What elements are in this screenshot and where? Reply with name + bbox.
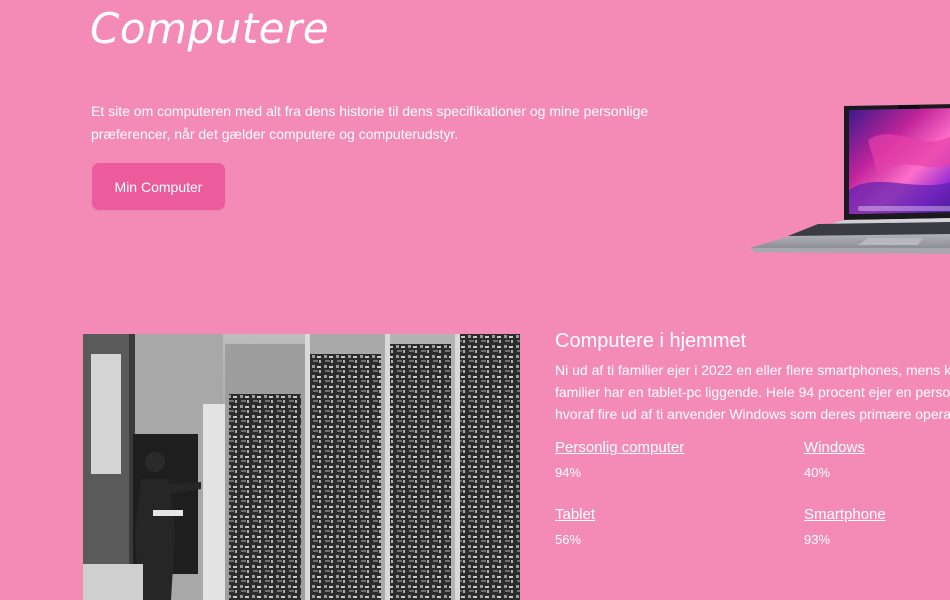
stat-value-smartphone: 93% xyxy=(804,532,831,547)
page: Computere Et site om computeren med alt … xyxy=(0,0,950,600)
server-room-photo xyxy=(83,334,520,600)
stat-value-personlig-computer: 94% xyxy=(555,465,582,480)
stat-label-windows[interactable]: Windows xyxy=(804,439,865,456)
hero-description: Et site om computeren med alt fra dens h… xyxy=(91,103,649,142)
laptop-image xyxy=(750,104,950,254)
stat-value-tablet: 56% xyxy=(555,532,582,547)
page-title: Computere xyxy=(90,4,330,53)
section-description: Ni ud af ti familier ejer i 2022 en elle… xyxy=(555,362,950,422)
stat-label-personlig-computer[interactable]: Personlig computer xyxy=(555,439,684,456)
section-title: Computere i hjemmet xyxy=(555,330,747,352)
stat-label-tablet[interactable]: Tablet xyxy=(555,506,595,523)
min-computer-button[interactable]: Min Computer xyxy=(92,163,225,210)
stat-label-smartphone[interactable]: Smartphone xyxy=(804,506,886,523)
stat-value-windows: 40% xyxy=(804,465,831,480)
